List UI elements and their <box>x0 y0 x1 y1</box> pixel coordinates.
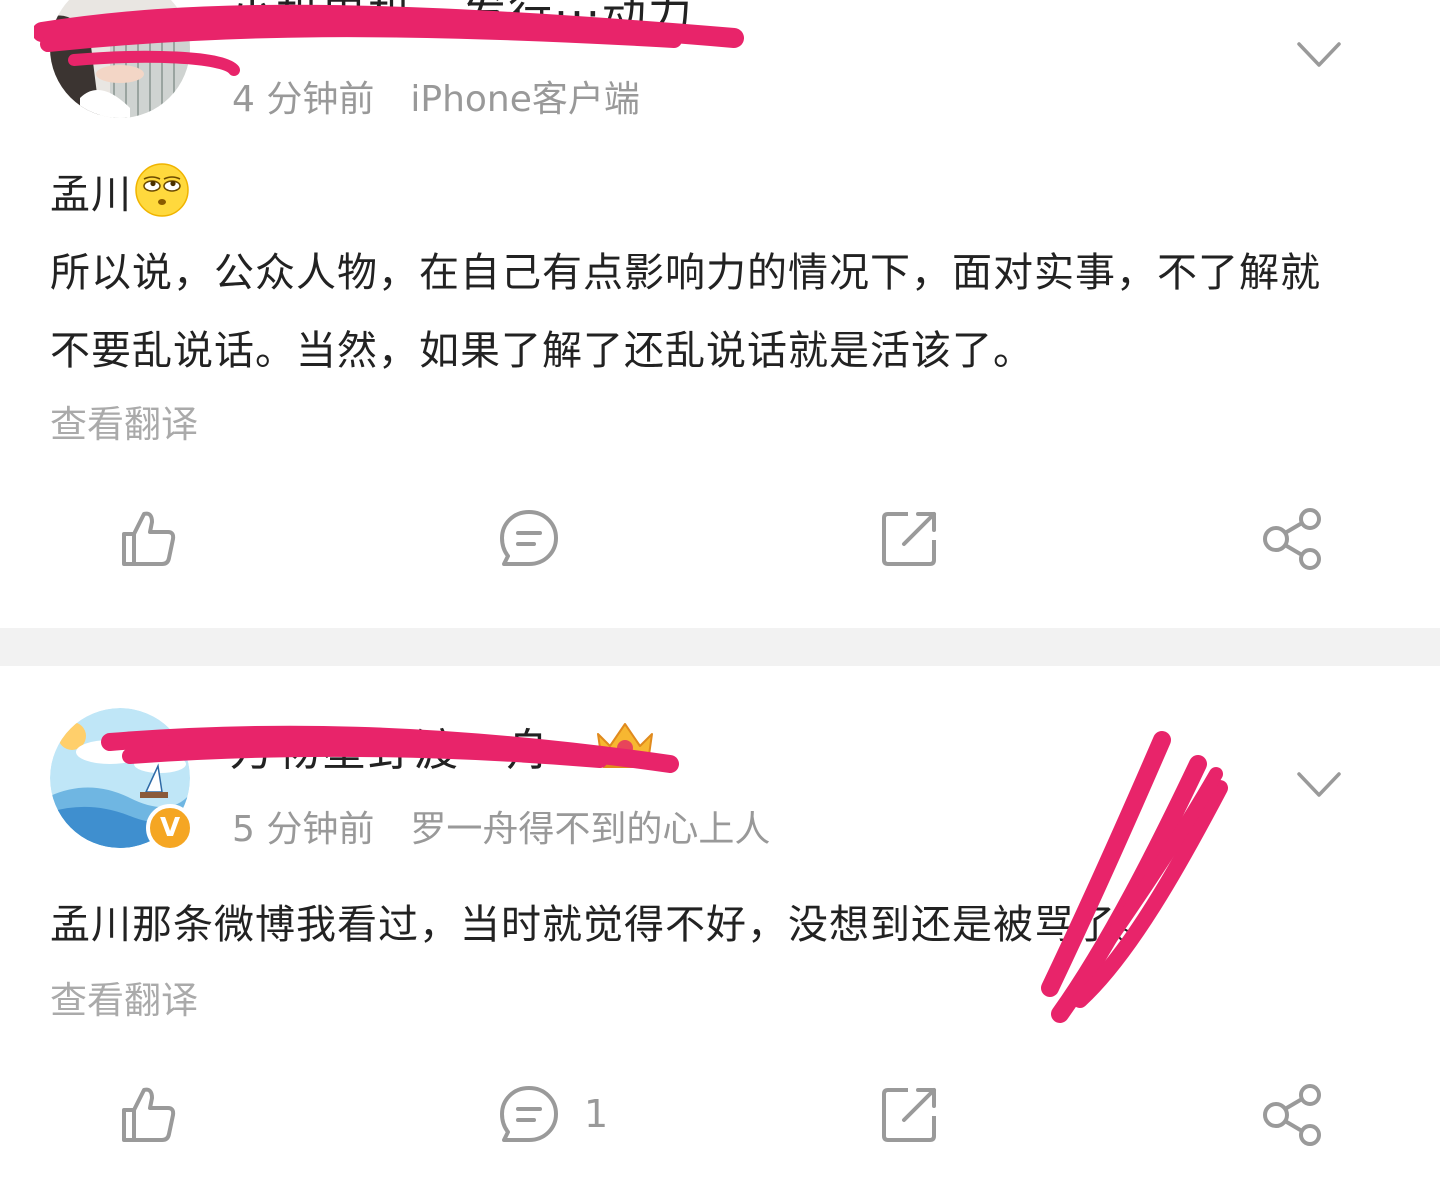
post-divider <box>0 628 1440 666</box>
username[interactable]: 万物星野渡一舟 <box>230 714 552 778</box>
comment-button[interactable] <box>496 498 584 578</box>
weibo-comment-feed: 小机电机···发行···动力 4 分钟前 iPhone客户端 孟川 所以说，公众… <box>0 0 1440 1183</box>
post-mention-line: 孟川 <box>50 162 190 220</box>
repost-icon <box>882 1088 936 1142</box>
post-source[interactable]: iPhone客户端 <box>410 79 640 120</box>
share-icon <box>1263 508 1321 570</box>
verified-badge: V <box>146 804 194 852</box>
post-meta: 4 分钟前 iPhone客户端 <box>232 70 640 122</box>
view-translation-link[interactable]: 查看翻译 <box>50 394 198 448</box>
post-source[interactable]: 罗一舟得不到的心上人 <box>410 809 770 850</box>
thumbs-up-icon <box>122 511 176 566</box>
mention-link[interactable]: 孟川 <box>50 172 132 218</box>
post-time: 4 分钟前 <box>232 79 375 120</box>
post-time: 5 分钟前 <box>232 809 375 850</box>
share-button[interactable] <box>1258 1074 1326 1154</box>
post-body-line: 不要乱说话。当然，如果了解了还乱说话就是活该了。 <box>50 328 1034 374</box>
like-button[interactable] <box>116 498 202 578</box>
avatar[interactable] <box>50 0 190 118</box>
comment-button[interactable]: 1 <box>496 1074 608 1154</box>
comment-bubble-icon <box>500 510 558 566</box>
rolling-eyes-emoji-icon <box>135 163 189 217</box>
post-meta: 5 分钟前 罗一舟得不到的心上人 <box>232 800 770 852</box>
view-translation-link[interactable]: 查看翻译 <box>50 970 198 1024</box>
chevron-down-icon[interactable] <box>1296 770 1342 800</box>
like-button[interactable] <box>116 1074 202 1154</box>
share-icon <box>1263 1084 1321 1146</box>
post-action-bar: 1 <box>0 1074 1440 1154</box>
post-action-bar <box>0 498 1440 578</box>
post-card: 小机电机···发行···动力 4 分钟前 iPhone客户端 孟川 所以说，公众… <box>0 0 1440 628</box>
comment-bubble-icon <box>500 1086 558 1142</box>
repost-icon <box>882 512 936 566</box>
post-card: V 万物星野渡一舟 5 分钟前 罗一舟得不到的心上人 孟川那条微博我看过，当时就觉… <box>0 666 1440 1183</box>
crown-icon[interactable] <box>594 718 656 770</box>
chevron-down-icon[interactable] <box>1296 40 1342 70</box>
post-body: 孟川那条微博我看过，当时就觉得不好，没想到还是被骂了。 <box>50 902 1157 948</box>
repost-button[interactable] <box>878 1074 964 1154</box>
post-body-line: 所以说，公众人物，在自己有点影响力的情况下，面对实事，不了解就 <box>50 250 1321 296</box>
comment-count: 1 <box>584 1092 609 1136</box>
share-button[interactable] <box>1258 498 1326 578</box>
redaction-scribble <box>1041 731 1228 1023</box>
avatar[interactable]: V <box>50 708 194 852</box>
username[interactable]: 小机电机···发行···动力 <box>230 0 694 42</box>
repost-button[interactable] <box>878 498 964 578</box>
thumbs-up-icon <box>122 1087 176 1142</box>
